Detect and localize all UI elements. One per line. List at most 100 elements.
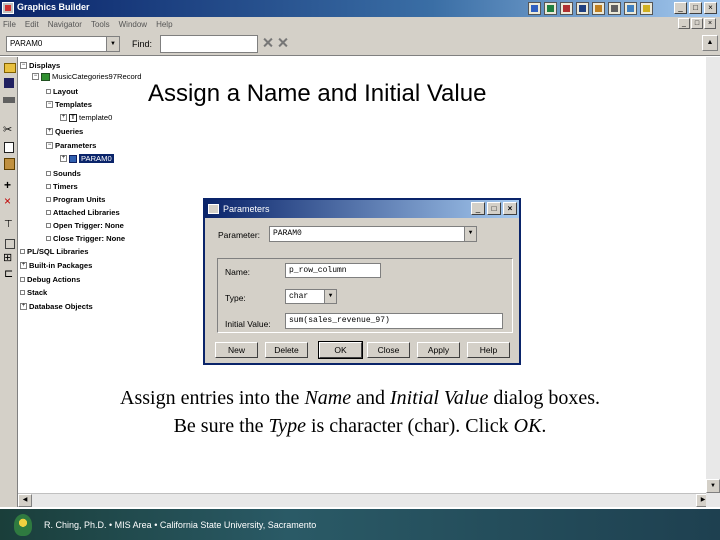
collapse-all-icon[interactable]: [3, 267, 15, 281]
new-button[interactable]: New: [215, 342, 258, 358]
tree-node[interactable]: − Parameters: [46, 141, 96, 150]
slide-caption: Assign entries into the Name and Initial…: [0, 384, 720, 440]
tree-node[interactable]: Close Trigger: None: [46, 234, 125, 243]
chevron-down-icon[interactable]: ▼: [106, 37, 119, 51]
type-select[interactable]: char ▼: [285, 289, 337, 304]
parameters-dialog: Parameters _ □ × Parameter: PARAM0 ▼ Nam…: [203, 198, 521, 365]
expander-icon[interactable]: +: [60, 114, 67, 121]
tree-node[interactable]: + Database Objects: [20, 302, 93, 311]
mdi-close-button[interactable]: ×: [704, 18, 716, 29]
mdi-restore-button[interactable]: □: [691, 18, 703, 29]
find-previous-icon[interactable]: [277, 37, 288, 48]
tree-node-selected[interactable]: + PARAM0: [60, 154, 114, 163]
scroll-down-arrow[interactable]: ▼: [706, 479, 720, 493]
apply-button[interactable]: Apply: [417, 342, 460, 358]
menu-help[interactable]: Help: [156, 20, 172, 29]
chevron-down-icon[interactable]: ▼: [324, 290, 336, 303]
word-icon[interactable]: [576, 2, 589, 15]
menu-navigator[interactable]: Navigator: [48, 20, 82, 29]
document-icon[interactable]: [608, 2, 621, 15]
dialog-close-button[interactable]: ×: [503, 202, 517, 215]
expand-icon[interactable]: [3, 219, 15, 233]
tree-node[interactable]: Open Trigger: None: [46, 221, 124, 230]
ok-button[interactable]: OK: [318, 341, 363, 359]
slide-footer: R. Ching, Ph.D. • MIS Area • California …: [0, 509, 720, 540]
menu-edit[interactable]: Edit: [25, 20, 39, 29]
display-icon: [41, 72, 50, 81]
tree-node[interactable]: − Templates: [46, 100, 92, 109]
horizontal-scrollbar[interactable]: ◀ ▶: [18, 493, 710, 507]
save-icon[interactable]: [3, 77, 15, 89]
spreadsheet-icon[interactable]: [544, 2, 557, 15]
scroll-left-arrow[interactable]: ◀: [18, 494, 32, 507]
parameter-select[interactable]: PARAM0 ▼: [269, 226, 477, 242]
expander-icon[interactable]: +: [20, 262, 27, 269]
leaf-icon: [46, 89, 51, 94]
expander-icon[interactable]: −: [46, 101, 53, 108]
help-button[interactable]: Help: [467, 342, 510, 358]
expander-icon[interactable]: −: [32, 73, 39, 80]
name-field[interactable]: p_row_column: [285, 263, 381, 278]
presentation-icon[interactable]: [560, 2, 573, 15]
tree-node[interactable]: + Built-in Packages: [20, 261, 92, 270]
tree-node[interactable]: + Queries: [46, 127, 83, 136]
tree-node[interactable]: − Displays: [20, 61, 60, 70]
menu-tools[interactable]: Tools: [91, 20, 110, 29]
tree-node[interactable]: Sounds: [46, 169, 81, 178]
leaf-icon: [46, 210, 51, 215]
tree-node[interactable]: Layout: [46, 87, 78, 96]
chevron-down-icon[interactable]: ▼: [464, 227, 476, 241]
folder-icon[interactable]: [640, 2, 653, 15]
leaf-icon: [20, 249, 25, 254]
menu-bar: File Edit Navigator Tools Window Help _ …: [0, 17, 720, 32]
tree-node[interactable]: Timers: [46, 182, 78, 191]
tree-node[interactable]: PL/SQL Libraries: [20, 247, 88, 256]
parameter-label: Parameter:: [218, 230, 261, 240]
app-icon[interactable]: [2, 2, 14, 14]
tree-node[interactable]: Stack: [20, 288, 47, 297]
delete-button[interactable]: Delete: [265, 342, 308, 358]
mdi-minimize-button[interactable]: _: [678, 18, 690, 29]
expand-all-icon[interactable]: [3, 251, 15, 265]
create-icon[interactable]: [3, 178, 15, 193]
object-combo[interactable]: PARAM0 ▼: [6, 36, 120, 52]
checkbox-icon[interactable]: [592, 2, 605, 15]
tree-node[interactable]: − MusicCategories97Record: [32, 72, 141, 81]
find-next-icon[interactable]: [262, 37, 273, 48]
tree-node[interactable]: Program Units: [46, 195, 105, 204]
paste-icon[interactable]: [3, 157, 15, 170]
print-icon[interactable]: [3, 93, 15, 105]
dialog-minimize-button[interactable]: _: [471, 202, 485, 215]
tree-node[interactable]: Debug Actions: [20, 275, 80, 284]
vertical-scrollbar[interactable]: ▼: [706, 57, 720, 507]
initial-value-field[interactable]: sum(sales_revenue_97): [285, 313, 503, 329]
scroll-up-arrow[interactable]: ▲: [702, 35, 718, 51]
menu-file[interactable]: File: [3, 20, 16, 29]
delete-icon[interactable]: [3, 194, 15, 209]
cut-icon[interactable]: [3, 123, 15, 137]
dialog-icon: [208, 204, 219, 214]
expander-icon[interactable]: −: [46, 142, 53, 149]
leaf-icon: [46, 197, 51, 202]
tree-node[interactable]: Attached Libraries: [46, 208, 120, 217]
copy-icon[interactable]: [3, 141, 15, 153]
collapse-icon[interactable]: [3, 237, 15, 249]
quick-launch-tray: [528, 0, 653, 17]
minimize-button[interactable]: _: [674, 2, 687, 14]
close-button[interactable]: ×: [704, 2, 717, 14]
menu-window[interactable]: Window: [119, 20, 147, 29]
expander-icon[interactable]: +: [46, 128, 53, 135]
open-icon[interactable]: [3, 61, 16, 73]
window-title: Graphics Builder: [17, 2, 90, 12]
dialog-title: Parameters: [223, 204, 270, 214]
expander-icon[interactable]: +: [60, 155, 67, 162]
find-input[interactable]: [160, 35, 258, 53]
expander-icon[interactable]: +: [20, 303, 27, 310]
dialog-maximize-button[interactable]: □: [487, 202, 501, 215]
toolbar-shortcut-icon[interactable]: [528, 2, 541, 15]
monitor-icon[interactable]: [624, 2, 637, 15]
tree-node[interactable]: + T template0: [60, 113, 112, 122]
close-dialog-button[interactable]: Close: [367, 342, 410, 358]
maximize-button[interactable]: □: [689, 2, 702, 14]
expander-icon[interactable]: −: [20, 62, 27, 69]
